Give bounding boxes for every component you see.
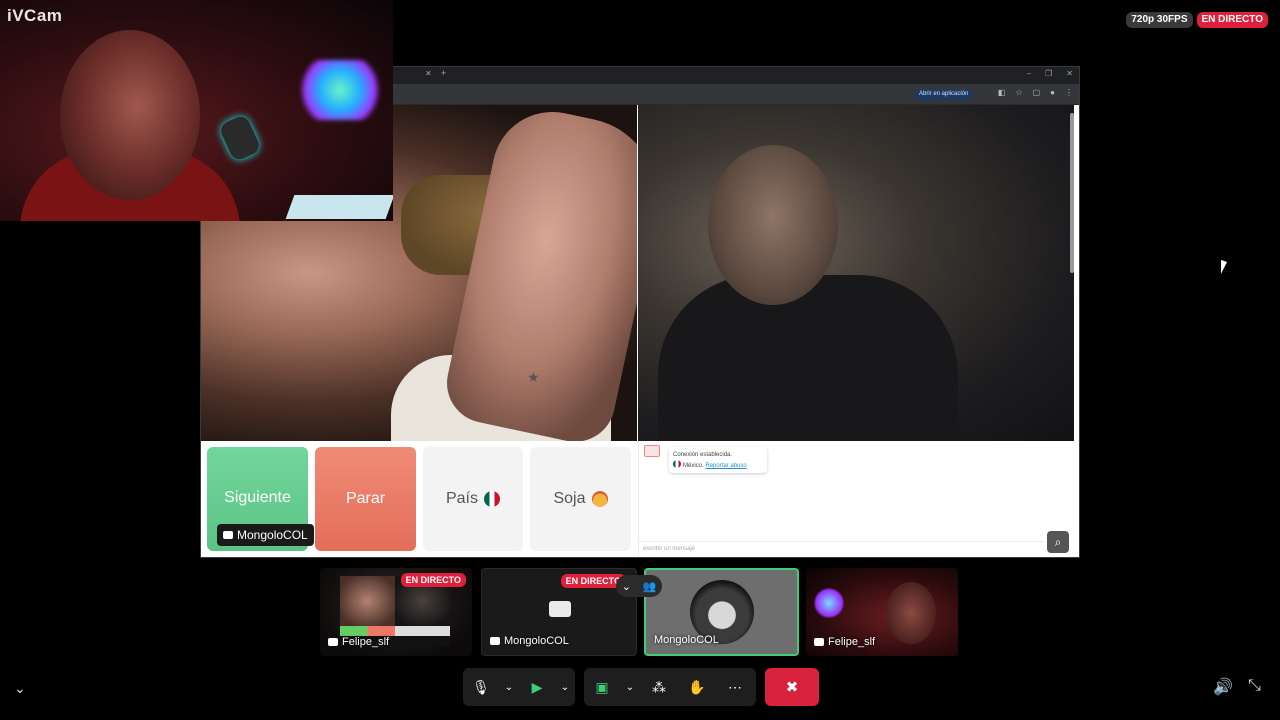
mexico-flag-small-icon [673, 460, 681, 468]
studio-mic [217, 113, 263, 163]
resolution-badge: 720p 30FPS [1126, 12, 1193, 28]
camera-icon[interactable]: ▶ [519, 668, 555, 706]
mexico-flag-icon [484, 491, 500, 507]
participant-name: MongoloCOL [654, 634, 719, 646]
country-line: México. Reportar abuso [673, 460, 763, 471]
new-tab-icon[interactable]: + [441, 68, 446, 78]
window-controls: – ❐ ✕ [1027, 69, 1073, 78]
gender-label: Soja [553, 490, 586, 507]
zoom-icon[interactable]: ⌕ [1047, 531, 1069, 553]
screen-icon [328, 638, 338, 646]
browser-menu-icon[interactable]: ⋮ [1065, 88, 1073, 97]
mic-options-chevron-icon[interactable]: ⌄ [499, 668, 519, 706]
stop-button[interactable]: Parar [315, 447, 416, 551]
live-badge: EN DIRECTO [1196, 12, 1268, 28]
participant-tile[interactable]: EN DIRECTO MongoloCOL [481, 568, 637, 656]
video-subject-face [708, 145, 838, 305]
end-call-button[interactable]: ✖ [765, 668, 819, 706]
message-input[interactable]: escribir un mensaje [639, 541, 1044, 557]
microphone-icon[interactable]: 🎙 [463, 668, 499, 706]
connection-text: Conexión establecida. [673, 452, 733, 458]
site-logo-icon [644, 445, 660, 457]
participants-menu[interactable]: ⌄ 👥 [616, 575, 662, 597]
chevron-down-icon[interactable]: ⌄ [14, 680, 26, 697]
video-subject-hand [439, 105, 637, 441]
extensions-icon[interactable]: ▢ [1033, 88, 1041, 97]
keyboard [285, 195, 393, 219]
profile-icon[interactable]: ● [1050, 88, 1055, 97]
country-label: País [445, 490, 478, 507]
participant-name: Felipe_slf [828, 636, 876, 648]
participant-name: Felipe_slf [342, 636, 390, 648]
app-brand: iVCam [7, 6, 63, 25]
star-icon: ★ [527, 369, 540, 385]
next-label: Siguiente [224, 489, 291, 506]
partner-name: MongoloCOL [237, 528, 308, 542]
tile-label: Felipe_slf [328, 636, 389, 648]
tile-label: MongoloCOL [490, 635, 569, 647]
raise-hand-icon[interactable]: ✋ [678, 668, 716, 706]
mouse-cursor-icon [1221, 259, 1233, 279]
rgb-light [300, 60, 380, 120]
tile-label: Felipe_slf [814, 636, 875, 648]
country-filter-button[interactable]: País [423, 447, 523, 551]
people-icon: 👥 [642, 580, 657, 593]
tile-label: MongoloCOL [654, 634, 719, 646]
stream-status: 720p 30FPS EN DIRECTO [1126, 12, 1268, 28]
mini-controls [340, 626, 450, 636]
tile-live-badge: EN DIRECTO [400, 573, 466, 587]
participant-tile-active[interactable]: MongoloCOL [644, 568, 799, 656]
window-close-icon[interactable]: ✕ [1066, 69, 1073, 78]
media-controls: 🎙 ⌄ ▶ ⌄ [463, 668, 575, 706]
participant-tile[interactable]: EN DIRECTO Felipe_slf [320, 568, 472, 656]
meeting-stage: iVCam 720p 30FPS EN DIRECTO ✕ + – ❐ ✕ Ab… [0, 0, 1280, 720]
self-face [60, 30, 200, 200]
bookmark-star-icon[interactable]: ☆ [1015, 88, 1022, 97]
share-options-chevron-icon[interactable]: ⌄ [620, 668, 640, 706]
chat-bubble-icon [223, 531, 233, 539]
screen-share-icon [549, 601, 571, 617]
meeting-controls: ▣ ⌄ ⁂ ✋ ⋯ [584, 668, 756, 706]
partner-video [638, 105, 1074, 441]
chat-controls: Siguiente MongoloCOL Parar País Soja [201, 441, 637, 557]
translate-icon[interactable]: ◧ [998, 88, 1006, 97]
participant-tile[interactable]: Felipe_slf [806, 568, 958, 656]
screen-icon [814, 638, 824, 646]
page-scrollbar[interactable] [1070, 113, 1074, 273]
tile-person [886, 582, 936, 644]
chevron-down-icon: ⌄ [621, 580, 631, 593]
partner-tag: MongoloCOL [217, 524, 314, 546]
gender-filter-button[interactable]: Soja [530, 447, 631, 551]
chat-panel: Conexión establecida. México. Reportar a… [638, 441, 1074, 557]
tile-rgb-light [814, 588, 844, 618]
maximize-icon[interactable]: ❐ [1045, 69, 1052, 78]
apps-icon[interactable]: ⁂ [640, 668, 678, 706]
mini-video-left [340, 576, 395, 626]
open-in-app-button[interactable]: Abrir en aplicación [914, 89, 974, 100]
boy-emoji-icon [591, 491, 608, 507]
volume-icon[interactable]: 🔊 [1213, 677, 1233, 697]
participant-name: MongoloCOL [504, 635, 569, 647]
exit-fullscreen-icon[interactable]: ⤡ [1248, 677, 1261, 695]
self-camera-feed [0, 0, 393, 221]
screen-icon [490, 637, 500, 645]
end-call-icon: ✖ [785, 679, 799, 696]
country-name: México [683, 463, 703, 469]
next-button[interactable]: Siguiente MongoloCOL [207, 447, 314, 551]
report-abuse-link[interactable]: Reportar abuso [705, 463, 746, 469]
more-icon[interactable]: ⋯ [716, 668, 754, 706]
stop-label: Parar [345, 490, 386, 507]
video-subject-body [658, 275, 958, 441]
system-message: Conexión establecida. México. Reportar a… [669, 447, 767, 473]
tab-close-icon[interactable]: ✕ [425, 69, 432, 78]
camera-options-chevron-icon[interactable]: ⌄ [555, 668, 575, 706]
minimize-icon[interactable]: – [1027, 69, 1031, 78]
screen-share-icon[interactable]: ▣ [584, 668, 620, 706]
toolbar-icons: ◧ ☆ ▢ ● ⋮ [998, 88, 1073, 97]
